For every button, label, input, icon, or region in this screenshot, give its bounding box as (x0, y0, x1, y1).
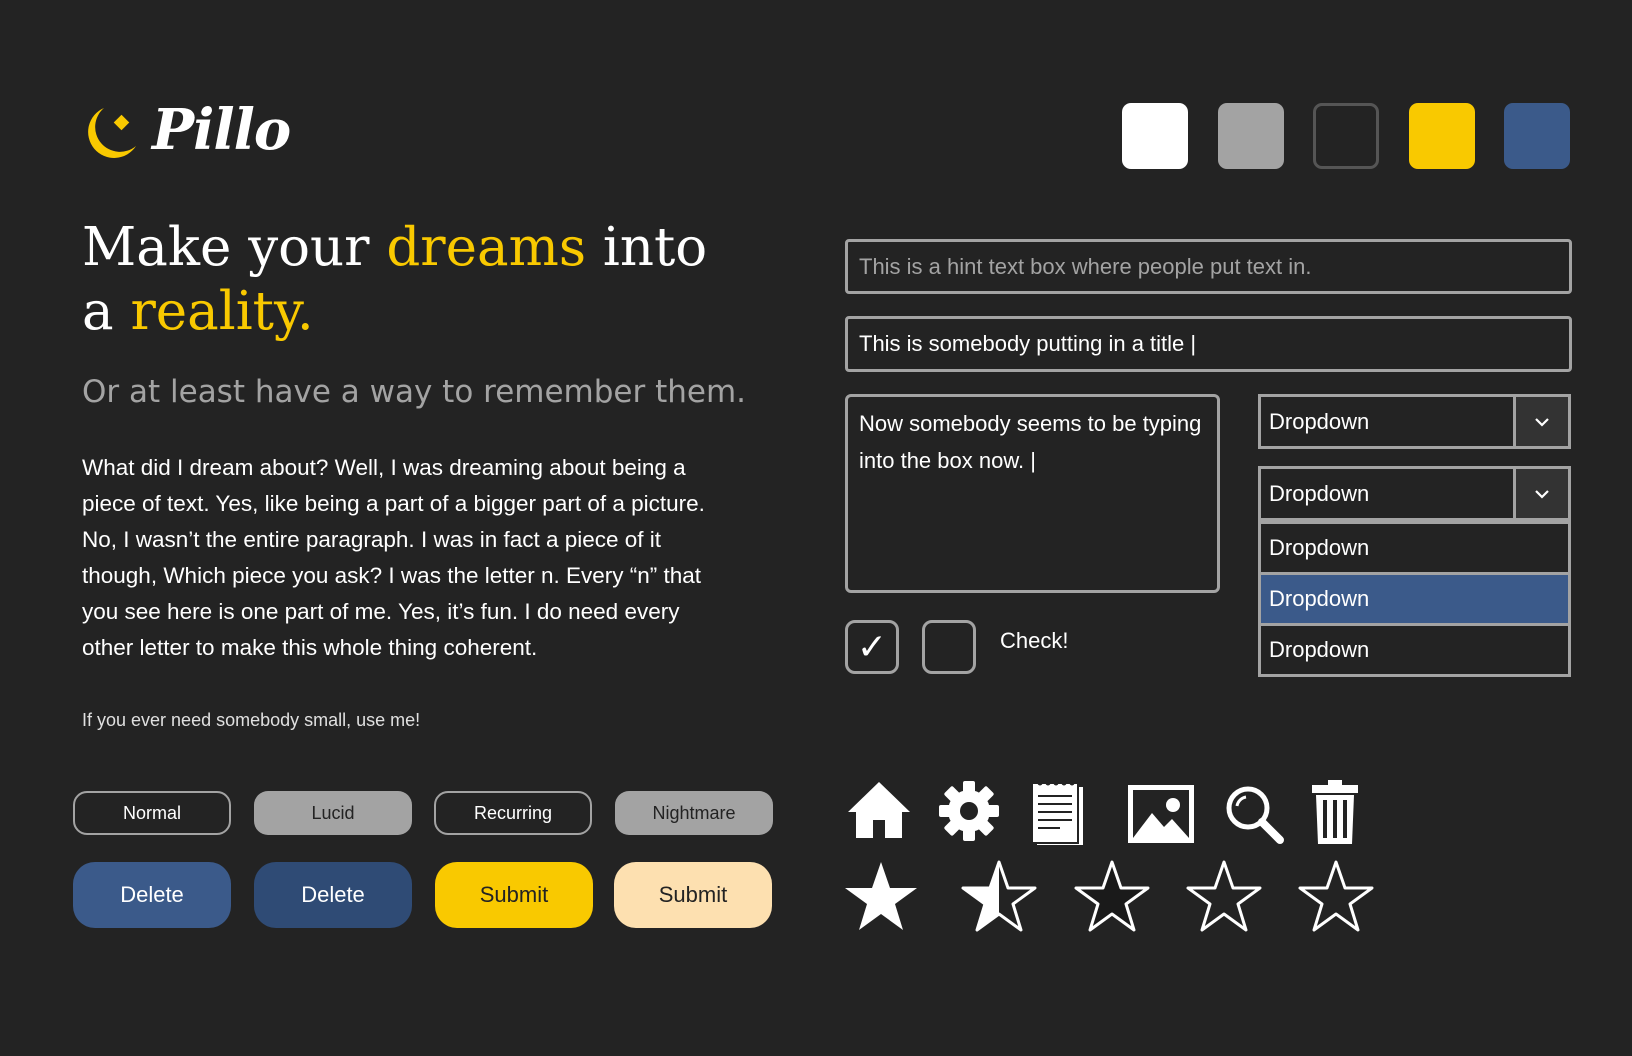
swatch-white (1122, 103, 1188, 169)
checkbox-label: Check! (1000, 628, 1069, 653)
notepad-icon[interactable] (1030, 778, 1086, 848)
page-headline: Make your dreams into a reality. (82, 217, 708, 342)
hint-text-field[interactable]: This is a hint text box where people put… (845, 239, 1572, 294)
delete-button-alt[interactable]: Delete (254, 862, 412, 928)
textarea-value: Now somebody seems to be typing into the… (859, 411, 1202, 473)
logo-wordmark: Pillo (152, 97, 291, 163)
tag-nightmare[interactable]: Nightmare (615, 791, 773, 835)
chevron-down-icon[interactable] (1513, 469, 1568, 518)
home-icon[interactable] (846, 780, 912, 840)
swatch-blue (1504, 103, 1570, 169)
hint-text-placeholder: This is a hint text box where people put… (859, 253, 1312, 279)
swatch-dark (1313, 103, 1379, 169)
swatch-yellow (1409, 103, 1475, 169)
dropdown-options-list: Dropdown Dropdown Dropdown (1258, 521, 1571, 677)
search-icon[interactable] (1224, 784, 1284, 844)
trash-icon[interactable] (1310, 778, 1360, 846)
title-field-value: This is somebody putting in a title | (859, 331, 1197, 356)
star-empty-icon[interactable] (1298, 860, 1374, 932)
title-field[interactable]: This is somebody putting in a title | (845, 316, 1572, 372)
tag-recurring[interactable]: Recurring (434, 791, 592, 835)
subheading: Or at least have a way to remember them. (82, 374, 747, 410)
dropdown-option[interactable]: Dropdown (1261, 623, 1568, 674)
star-filled-icon[interactable] (843, 860, 919, 932)
star-empty-icon[interactable] (1186, 860, 1262, 932)
checkbox-unchecked[interactable] (922, 620, 976, 674)
small-text: If you ever need somebody small, use me! (82, 710, 421, 730)
chevron-down-icon[interactable] (1513, 397, 1568, 446)
checkbox-checked[interactable]: ✓ (845, 620, 899, 674)
logo-moon-icon (88, 108, 136, 158)
tag-lucid[interactable]: Lucid (254, 791, 412, 835)
submit-button[interactable]: Submit (435, 862, 593, 928)
dropdown-closed-label: Dropdown (1269, 408, 1370, 434)
gear-icon[interactable] (937, 779, 1001, 843)
dropdown-option[interactable]: Dropdown (1261, 521, 1568, 572)
dropdown-closed[interactable]: Dropdown (1258, 394, 1571, 449)
dropdown-option-selected[interactable]: Dropdown (1261, 572, 1568, 623)
dream-textarea[interactable]: Now somebody seems to be typing into the… (845, 394, 1220, 593)
tag-normal[interactable]: Normal (73, 791, 231, 835)
star-half-icon[interactable] (961, 860, 1037, 932)
body-paragraph: What did I dream about? Well, I was drea… (82, 455, 705, 660)
submit-button-alt[interactable]: Submit (614, 862, 772, 928)
delete-button[interactable]: Delete (73, 862, 231, 928)
dropdown-open[interactable]: Dropdown (1258, 466, 1571, 521)
swatch-gray (1218, 103, 1284, 169)
dropdown-open-label: Dropdown (1269, 480, 1370, 506)
image-icon[interactable] (1126, 783, 1196, 845)
star-empty-icon[interactable] (1074, 860, 1150, 932)
checkmark-icon: ✓ (856, 626, 888, 667)
